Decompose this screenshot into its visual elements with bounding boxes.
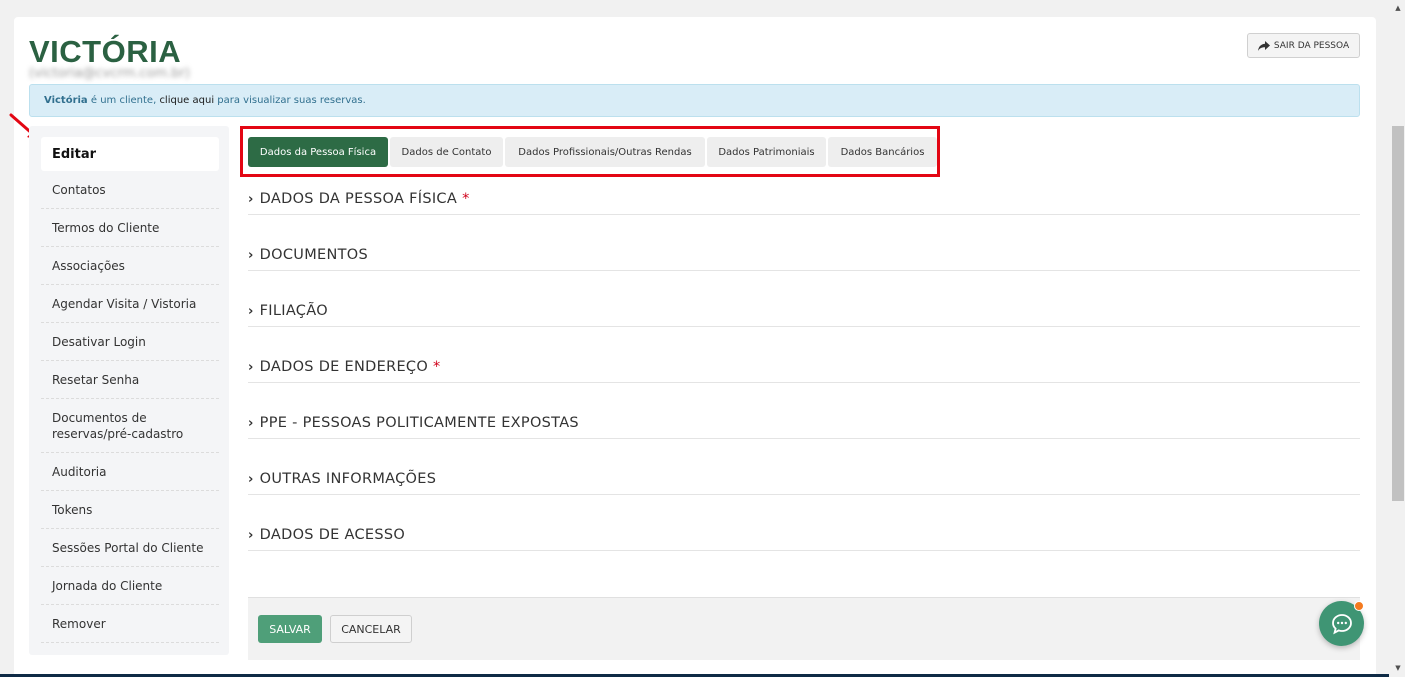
section-ppe[interactable]: › PPE - PESSOAS POLITICAMENTE EXPOSTAS xyxy=(248,415,1360,439)
sidebar-item-termos[interactable]: Termos do Cliente xyxy=(41,209,219,247)
share-arrow-icon xyxy=(1257,40,1270,51)
tab-dados-pessoa-fisica[interactable]: Dados da Pessoa Física xyxy=(248,137,388,167)
tab-dados-patrimoniais[interactable]: Dados Patrimoniais xyxy=(707,137,826,167)
chevron-right-icon: › xyxy=(248,360,254,375)
sidebar-item-contatos[interactable]: Contatos xyxy=(41,171,219,209)
view-reservations-link[interactable]: clique aqui xyxy=(159,95,214,106)
sidebar-item-editar[interactable]: Editar xyxy=(41,137,219,171)
scroll-up-icon[interactable]: ▲ xyxy=(1392,2,1404,14)
sidebar-item-associacoes[interactable]: Associações xyxy=(41,247,219,285)
page-title: VICTÓRIA xyxy=(29,34,182,69)
sidebar-item-sessoes[interactable]: Sessões Portal do Cliente xyxy=(41,529,219,567)
chevron-right-icon: › xyxy=(248,416,254,431)
chevron-right-icon: › xyxy=(248,304,254,319)
exit-person-label: SAIR DA PESSOA xyxy=(1273,40,1350,51)
chevron-right-icon: › xyxy=(248,248,254,263)
tab-dados-contato[interactable]: Dados de Contato xyxy=(390,137,503,167)
section-dados-endereco[interactable]: › DADOS DE ENDEREÇO * xyxy=(248,359,1360,383)
section-title: OUTRAS INFORMAÇÕES xyxy=(259,471,437,487)
tab-dados-bancarios[interactable]: Dados Bancários xyxy=(828,137,937,167)
exit-person-button[interactable]: SAIR DA PESSOA xyxy=(1247,33,1360,58)
section-title: DADOS DE ENDEREÇO xyxy=(259,359,429,375)
save-button[interactable]: SALVAR xyxy=(258,615,322,643)
client-name: Victória xyxy=(44,95,88,106)
sidebar-item-auditoria[interactable]: Auditoria xyxy=(41,453,219,491)
section-dados-acesso[interactable]: › DADOS DE ACESSO xyxy=(248,527,1360,551)
section-title: DADOS DE ACESSO xyxy=(259,527,406,543)
sidebar-item-desativar-login[interactable]: Desativar Login xyxy=(41,323,219,361)
sidebar-item-remover[interactable]: Remover xyxy=(41,605,219,643)
chevron-right-icon: › xyxy=(248,472,254,487)
section-title: PPE - PESSOAS POLITICAMENTE EXPOSTAS xyxy=(259,415,579,431)
sidebar-item-agendar-visita[interactable]: Agendar Visita / Vistoria xyxy=(41,285,219,323)
section-title: FILIAÇÃO xyxy=(259,303,328,319)
sidebar-item-tokens[interactable]: Tokens xyxy=(41,491,219,529)
section-outras-informacoes[interactable]: › OUTRAS INFORMAÇÕES xyxy=(248,471,1360,495)
section-title: DADOS DA PESSOA FÍSICA xyxy=(259,191,458,207)
chevron-right-icon: › xyxy=(248,192,254,207)
required-marker: * xyxy=(433,359,441,375)
info-text-1: é um cliente, xyxy=(87,95,160,106)
required-marker: * xyxy=(462,191,470,207)
person-email: (victoria@cvcrm.com.br) xyxy=(29,66,190,81)
scrollbar-thumb[interactable] xyxy=(1392,126,1404,501)
form-footer xyxy=(248,597,1360,660)
tab-dados-profissionais[interactable]: Dados Profissionais/Outras Rendas xyxy=(505,137,705,167)
sidebar-item-documentos[interactable]: Documentos de reservas/pré-cadastro xyxy=(41,399,219,453)
cancel-button[interactable]: CANCELAR xyxy=(330,615,412,643)
chevron-right-icon: › xyxy=(248,528,254,543)
sidebar-item-jornada[interactable]: Jornada do Cliente xyxy=(41,567,219,605)
notification-dot xyxy=(1354,601,1364,611)
scroll-down-icon[interactable]: ▼ xyxy=(1392,662,1404,674)
sidebar-menu: Editar Contatos Termos do Cliente Associ… xyxy=(29,126,229,655)
section-dados-pessoa-fisica[interactable]: › DADOS DA PESSOA FÍSICA * xyxy=(248,191,1360,215)
info-text-2: para visualizar suas reservas. xyxy=(214,95,366,106)
chat-bubble-icon xyxy=(1331,613,1352,634)
client-info-alert: Victória é um cliente, clique aqui para … xyxy=(29,84,1360,117)
section-title: DOCUMENTOS xyxy=(259,247,368,263)
section-documentos[interactable]: › DOCUMENTOS xyxy=(248,247,1360,271)
sidebar-item-resetar-senha[interactable]: Resetar Senha xyxy=(41,361,219,399)
section-filiacao[interactable]: › FILIAÇÃO xyxy=(248,303,1360,327)
